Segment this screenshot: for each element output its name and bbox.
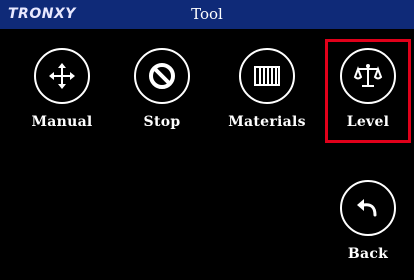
materials-label: Materials (228, 114, 306, 130)
back-circle (340, 180, 396, 236)
back-label: Back (347, 246, 389, 262)
stop-circle (134, 48, 190, 104)
manual-label: Manual (31, 114, 93, 130)
back-arrow-icon (357, 199, 377, 217)
stop-button[interactable]: Stop (117, 48, 207, 130)
page-title: Tool (191, 5, 223, 23)
stop-icon (149, 63, 175, 89)
title-bar: TRONXY Tool (0, 0, 414, 29)
move-arrows-icon (49, 63, 75, 89)
materials-button[interactable]: Materials (222, 48, 312, 130)
manual-button[interactable]: Manual (17, 48, 107, 130)
stop-label: Stop (143, 114, 181, 130)
selection-highlight (325, 39, 411, 143)
materials-circle (239, 48, 295, 104)
filament-icon (254, 66, 280, 86)
back-button[interactable]: Back (323, 180, 413, 262)
printer-screen: TRONXY Tool Manual Stop Materials Level … (0, 0, 414, 280)
manual-circle (34, 48, 90, 104)
